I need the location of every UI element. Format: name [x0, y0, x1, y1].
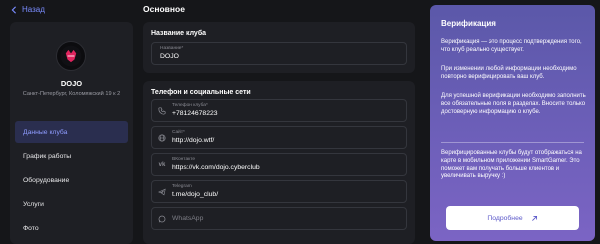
- site-field-value: http://dojo.wtf/: [172, 137, 215, 144]
- arrow-left-icon: [11, 5, 16, 14]
- verification-text-2: При изменении любой информации необходим…: [441, 66, 577, 80]
- verification-panel: Верификация Верификация — это процесс по…: [430, 5, 595, 241]
- verification-text-3: Для успешной верификации необходимо запо…: [441, 93, 586, 115]
- phone-icon: [152, 100, 172, 121]
- phone-field-value: +78124678223: [172, 110, 218, 117]
- whatsapp-field[interactable]: WhatsApp: [151, 207, 407, 230]
- verification-text-4: Верифицированные клубы будут отображатьс…: [441, 150, 582, 180]
- club-name-card: Название клуба Название* DOJO: [143, 22, 415, 73]
- sidebar-item-club-data[interactable]: Данные клуба: [15, 121, 128, 143]
- site-field[interactable]: Сайт* http://dojo.wtf/: [151, 126, 407, 149]
- more-button-label: Подробнее: [487, 214, 523, 222]
- contacts-card-title: Телефон и социальные сети: [151, 89, 251, 96]
- club-name: DOJO: [60, 79, 83, 88]
- sidebar-item-equipment[interactable]: Оборудование: [15, 169, 128, 191]
- arrow-up-right-icon: [531, 215, 537, 221]
- club-sidebar: DOJO Санкт-Петербург, Коломяжский 19 к 2…: [10, 22, 133, 244]
- club-name-field-value: DOJO: [160, 53, 179, 60]
- club-name-field[interactable]: Название* DOJO: [151, 42, 407, 65]
- whatsapp-field-placeholder: WhatsApp: [172, 215, 204, 222]
- vk-field[interactable]: vk ВКонтакте https://vk.com/dojo.cybercl…: [151, 153, 407, 176]
- contacts-card: Телефон и социальные сети Телефон клуба*…: [143, 81, 415, 244]
- telegram-field-value: t.me/dojo_club/: [172, 191, 219, 198]
- club-address: Санкт-Петербург, Коломяжский 19 к 2: [22, 91, 121, 97]
- telegram-icon: [152, 181, 172, 202]
- phone-field[interactable]: Телефон клуба* +78124678223: [151, 99, 407, 122]
- club-name-card-title: Название клуба: [151, 30, 207, 37]
- verification-divider: [441, 142, 584, 143]
- telegram-field[interactable]: Telegram t.me/dojo_club/: [151, 180, 407, 203]
- more-button[interactable]: Подробнее: [446, 206, 579, 230]
- sidebar-item-photo[interactable]: Фото: [15, 217, 128, 239]
- verification-title: Верификация: [441, 19, 496, 28]
- verification-text-1: Верификация — это процесс подтверждения …: [441, 39, 582, 53]
- back-link[interactable]: Назад: [10, 5, 45, 14]
- sidebar-item-schedule[interactable]: График работы: [15, 145, 128, 167]
- section-title: Основное: [143, 4, 185, 14]
- vk-icon: vk: [158, 161, 166, 168]
- whatsapp-icon: [152, 208, 172, 229]
- sidebar-item-services[interactable]: Услуги: [15, 193, 128, 215]
- sidebar-nav: Данные клуба График работы Оборудование …: [15, 121, 128, 241]
- globe-icon: [152, 127, 172, 148]
- dojo-logo: [56, 41, 86, 71]
- back-label: Назад: [22, 5, 45, 14]
- vk-field-value: https://vk.com/dojo.cyberclub: [172, 164, 260, 171]
